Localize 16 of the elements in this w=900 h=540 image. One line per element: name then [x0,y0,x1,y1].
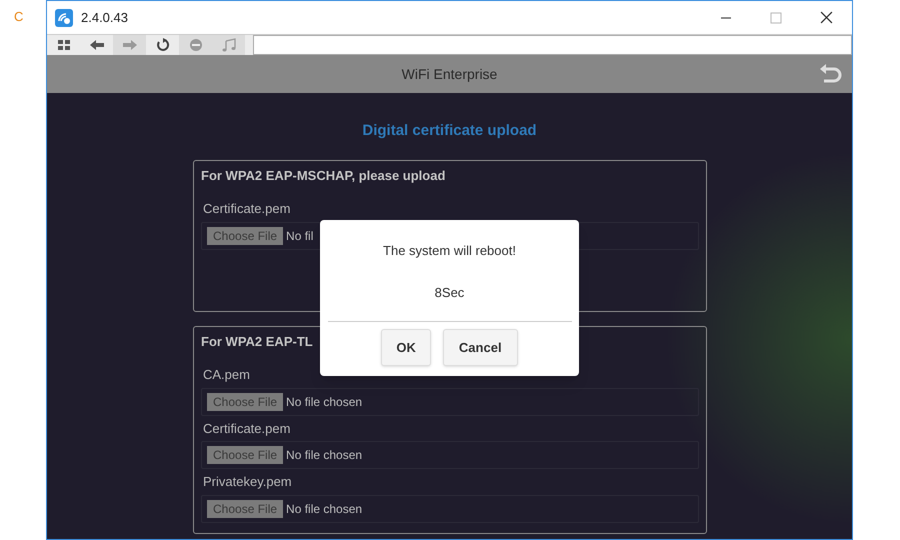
figure-label: C [14,8,24,26]
file-label: CA.pem [203,366,251,384]
file-label: Privatekey.pem [203,473,293,491]
header-title: WiFi Enterprise [402,64,498,84]
file-label: Certificate.pem [203,200,292,218]
file-status: No file chosen [286,500,362,518]
countdown-text: 8Sec [434,284,464,302]
file-status: No file chosen [286,394,362,410]
page-title: Digital certificate upload [361,121,538,141]
section-title: For WPA2 EAP-MSCHAP, please upload [201,166,446,185]
file-status: No fil [286,228,314,244]
window-title: 2.4.0.43 [81,8,128,27]
dialog-message: The system will reboot! [383,242,516,260]
section-title: For WPA2 EAP-TL [201,332,313,350]
file-status: No file chosen [286,447,362,464]
file-label: Certificate.pem [203,420,292,438]
